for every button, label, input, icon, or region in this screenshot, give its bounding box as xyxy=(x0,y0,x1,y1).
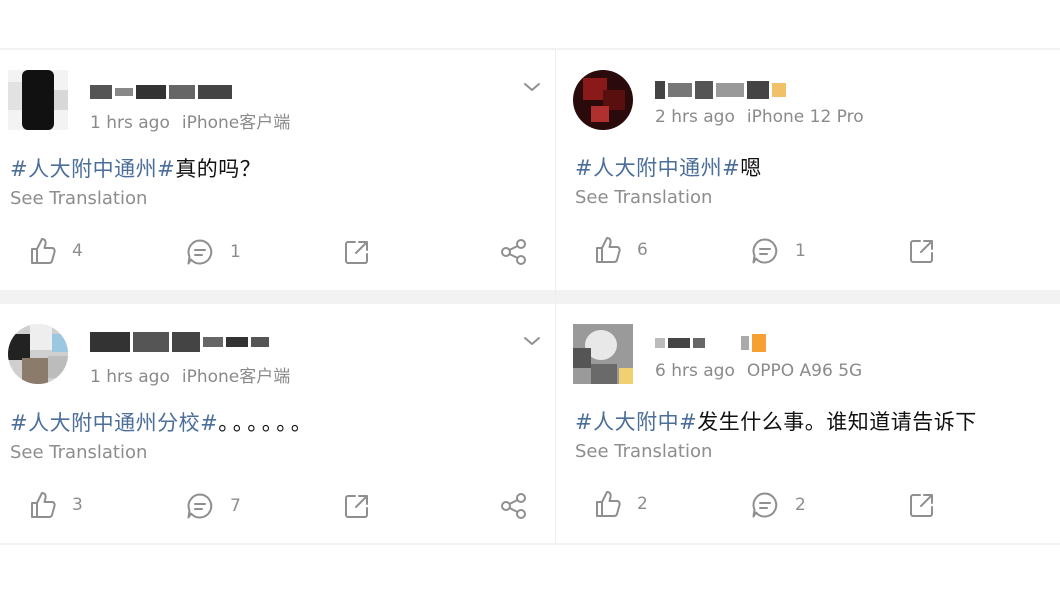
post-time: 1 hrs ago xyxy=(90,113,170,133)
like-count: 4 xyxy=(72,241,83,261)
repost-icon[interactable] xyxy=(909,238,935,264)
comment-button[interactable]: 1 xyxy=(751,237,806,265)
thumbs-up-icon xyxy=(596,491,621,517)
see-translation-link[interactable]: See Translation xyxy=(10,188,147,209)
thumbs-up-icon xyxy=(31,238,56,264)
comment-count: 7 xyxy=(230,496,241,516)
post-source: iPhone客户端 xyxy=(181,367,291,387)
chevron-down-icon[interactable] xyxy=(523,78,541,96)
comment-icon xyxy=(752,492,778,518)
post-body: 真的吗？ xyxy=(175,157,262,181)
repost-icon[interactable] xyxy=(344,493,370,519)
hashtag-link[interactable]: #人大附中通州# xyxy=(575,156,740,180)
repost-icon[interactable] xyxy=(344,239,370,265)
username-blurred[interactable] xyxy=(90,329,269,355)
post-meta: 2 hrs ago iPhone 12 Pro xyxy=(655,107,864,127)
hashtag-link[interactable]: #人大附中通州# xyxy=(10,157,175,181)
comment-icon xyxy=(187,239,213,265)
like-button[interactable]: 3 xyxy=(30,491,83,519)
avatar[interactable] xyxy=(8,70,68,130)
thumbs-up-icon xyxy=(31,492,56,518)
comment-count: 2 xyxy=(795,495,806,515)
post-body: 嗯 xyxy=(740,156,762,180)
post-time: 1 hrs ago xyxy=(90,367,170,387)
share-icon[interactable] xyxy=(500,492,528,520)
thumbs-up-icon xyxy=(596,237,621,263)
comment-button[interactable]: 2 xyxy=(751,491,806,519)
username-blurred[interactable] xyxy=(90,79,232,105)
like-count: 2 xyxy=(637,494,648,514)
post-meta: 6 hrs ago OPPO A96 5G xyxy=(655,361,862,381)
post-time: 2 hrs ago xyxy=(655,107,735,127)
see-translation-link[interactable]: See Translation xyxy=(10,442,147,463)
middle-divider xyxy=(0,290,1060,304)
post-content: #人大附中#发生什么事。谁知道请告诉下 xyxy=(575,406,977,436)
like-button[interactable]: 2 xyxy=(595,490,648,518)
post-source: iPhone客户端 xyxy=(181,113,291,133)
avatar[interactable] xyxy=(8,324,68,384)
post-card-1[interactable]: 1 hrs ago iPhone客户端 #人大附中通州#真的吗？ See Tran… xyxy=(0,50,555,290)
avatar[interactable] xyxy=(573,324,633,384)
post-source: OPPO A96 5G xyxy=(746,361,863,381)
avatar[interactable] xyxy=(573,70,633,130)
like-button[interactable]: 4 xyxy=(30,237,83,265)
post-source: iPhone 12 Pro xyxy=(746,107,864,127)
bottom-divider xyxy=(0,543,1060,545)
post-meta: 1 hrs ago iPhone客户端 xyxy=(90,362,290,387)
post-card-4[interactable]: 6 hrs ago OPPO A96 5G #人大附中#发生什么事。谁知道请告诉下… xyxy=(556,304,1060,543)
see-translation-link[interactable]: See Translation xyxy=(575,187,712,208)
hashtag-link[interactable]: #人大附中通州分校# xyxy=(10,411,218,435)
comment-button[interactable]: 1 xyxy=(186,238,241,266)
comment-count: 1 xyxy=(795,241,806,261)
post-card-2[interactable]: 2 hrs ago iPhone 12 Pro #人大附中通州#嗯 See Tra… xyxy=(556,50,1060,290)
post-meta: 1 hrs ago iPhone客户端 xyxy=(90,108,290,133)
like-count: 3 xyxy=(72,495,83,515)
comment-icon xyxy=(752,238,778,264)
username-blurred[interactable] xyxy=(655,77,786,103)
post-content: #人大附中通州#嗯 xyxy=(575,152,762,182)
post-body: 。。。。。。 xyxy=(218,411,316,435)
like-count: 6 xyxy=(637,240,648,260)
repost-icon[interactable] xyxy=(909,492,935,518)
post-card-3[interactable]: 1 hrs ago iPhone客户端 #人大附中通州分校#。。。。。。 See … xyxy=(0,304,555,543)
post-time: 6 hrs ago xyxy=(655,361,735,381)
chevron-down-icon[interactable] xyxy=(523,332,541,350)
comment-icon xyxy=(187,493,213,519)
username-blurred[interactable] xyxy=(655,330,766,356)
comment-count: 1 xyxy=(230,242,241,262)
hashtag-link[interactable]: #人大附中# xyxy=(575,410,697,434)
share-icon[interactable] xyxy=(500,238,528,266)
post-content: #人大附中通州#真的吗？ xyxy=(10,153,261,183)
like-button[interactable]: 6 xyxy=(595,236,648,264)
see-translation-link[interactable]: See Translation xyxy=(575,441,712,462)
comment-button[interactable]: 7 xyxy=(186,492,241,520)
post-body: 发生什么事。谁知道请告诉下 xyxy=(697,410,977,434)
post-content: #人大附中通州分校#。。。。。。 xyxy=(10,407,316,437)
